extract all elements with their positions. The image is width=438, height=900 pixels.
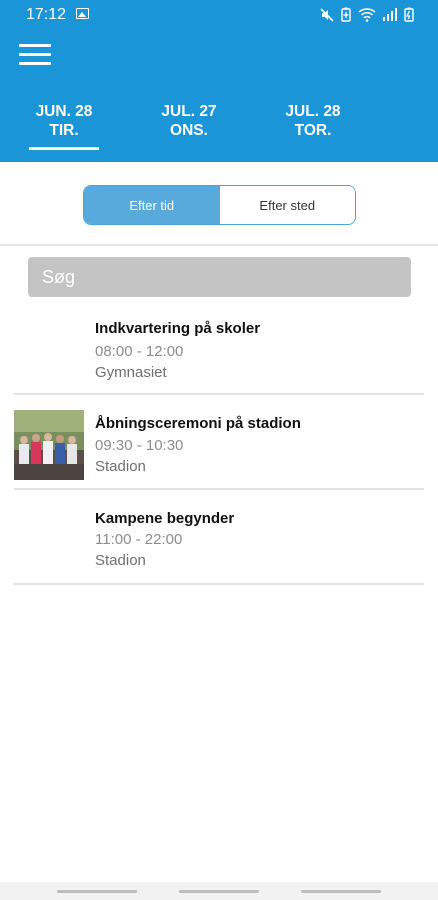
event-time: 11:00 - 22:00 [95,531,183,548]
tab-indicator [29,147,99,150]
tab-weekday: ONS. [170,122,208,139]
tab-weekday: TIR. [49,122,79,139]
tab-jul-28[interactable]: JUL. 28 TOR. [265,102,361,140]
divider [14,393,424,395]
tab-jul-27[interactable]: JUL. 27 ONS. [141,102,237,140]
battery-saver-icon [341,7,351,27]
system-nav-bar [0,882,438,900]
event-place: Stadion [95,552,146,569]
gallery-icon [76,8,89,19]
divider [14,583,424,585]
tab-weekday: TOR. [294,122,332,139]
sort-toggle: Efter tid Efter sted [83,185,356,225]
event-title: Indkvartering på skoler [95,320,261,337]
list-item[interactable]: Åbningsceremoni på stadion 09:30 - 10:30… [14,396,424,490]
nav-recents-handle[interactable] [301,890,381,893]
tab-date: JUL. 28 [285,103,341,120]
tab-date: JUL. 27 [161,103,217,120]
event-place: Gymnasiet [95,364,167,381]
tab-jun-28[interactable]: JUN. 28 TIR. [16,102,112,140]
tab-date: JUN. 28 [35,103,93,120]
status-icons [320,7,414,27]
divider [14,488,424,490]
list-item[interactable]: Kampene begynder 11:00 - 22:00 Stadion [14,491,424,585]
event-photo [14,410,84,480]
status-time: 17:12 [26,6,67,23]
search-input[interactable]: Søg [28,257,411,297]
divider [0,244,438,246]
event-time: 09:30 - 10:30 [95,437,184,454]
app-header: JUN. 28 TIR. JUL. 27 ONS. JUL. 28 TOR. [0,30,438,162]
mute-icon [320,7,334,27]
event-title: Åbningsceremoni på stadion [95,415,301,432]
event-title: Kampene begynder [95,510,235,527]
status-bar: 17:12 [0,0,438,30]
sort-by-time-button[interactable]: Efter tid [84,186,220,224]
battery-icon [404,7,414,27]
event-place: Stadion [95,458,146,475]
sort-by-place-button[interactable]: Efter sted [219,186,355,224]
menu-icon[interactable] [19,44,51,68]
list-item[interactable]: Indkvartering på skoler 08:00 - 12:00 Gy… [14,301,424,395]
signal-icon [383,8,397,26]
nav-home-handle[interactable] [179,890,259,893]
wifi-icon [358,7,376,27]
nav-back-handle[interactable] [57,890,137,893]
event-time: 08:00 - 12:00 [95,343,184,360]
